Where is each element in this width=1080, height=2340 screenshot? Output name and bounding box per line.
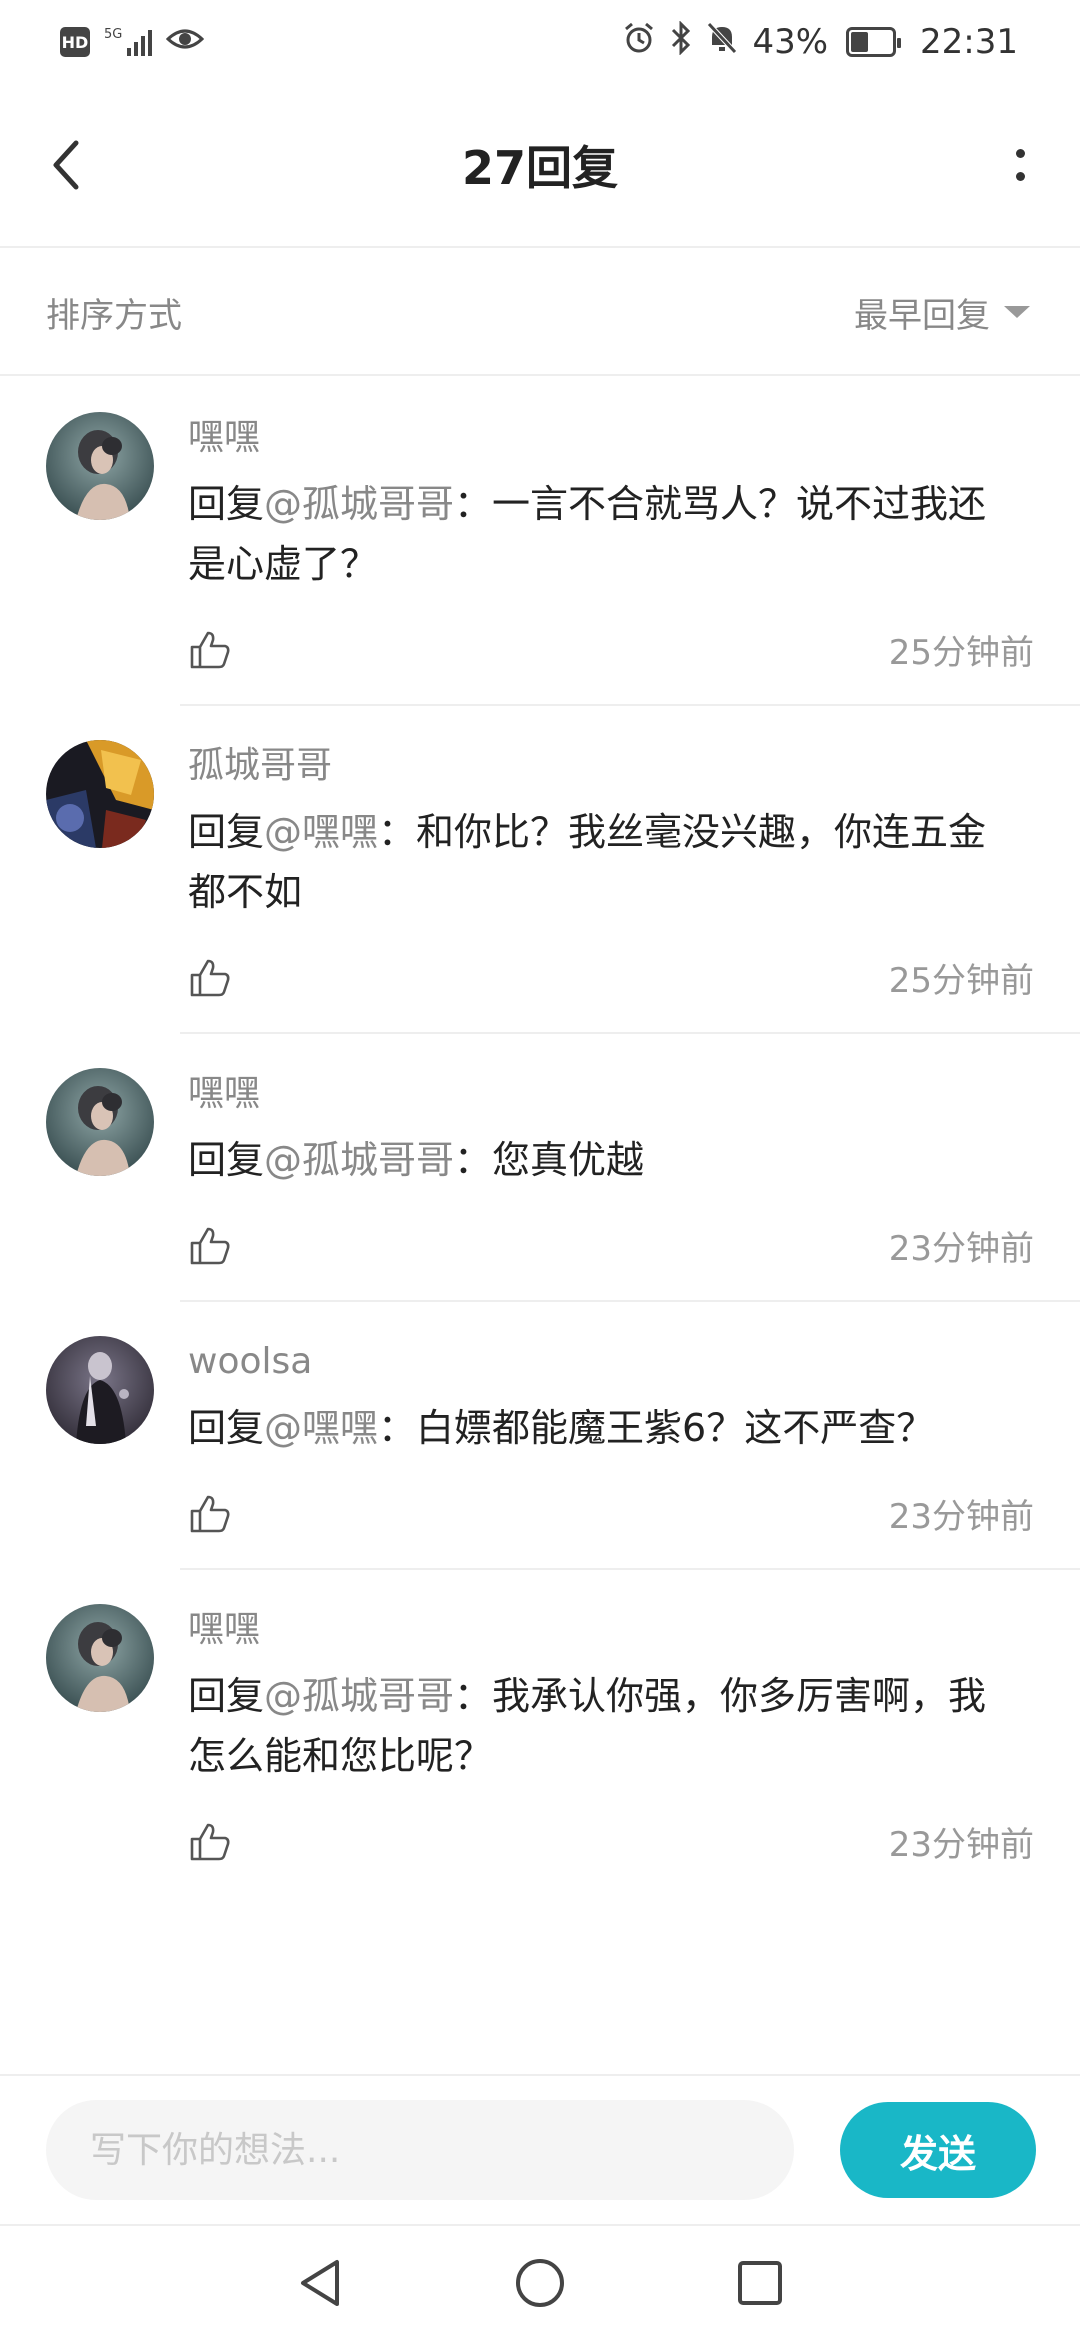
clock: 22:31	[920, 22, 1018, 62]
author-name[interactable]: 嘿嘿	[188, 1604, 1034, 1656]
reply-text: 回复@嘿嘿：白嫖都能魔王紫6？这不严查？	[188, 1398, 1024, 1458]
reply-time: 23分钟前	[888, 1496, 1034, 1537]
avatar[interactable]	[46, 740, 154, 848]
square-recents-icon	[738, 2261, 782, 2305]
sort-label: 排序方式	[46, 295, 182, 336]
game-art-avatar	[46, 740, 154, 848]
thumbs-up-icon[interactable]	[188, 1223, 232, 1267]
reply-meta: 25分钟前	[188, 594, 1034, 704]
reply-text: 回复@孤城哥哥：我承认你强，你多厉害啊，我怎么能和您比呢？	[188, 1666, 1024, 1786]
reply-item: 嘿嘿 回复@孤城哥哥：我承认你强，你多厉害啊，我怎么能和您比呢？ 23分钟前	[0, 1570, 1080, 1896]
reply-meta: 23分钟前	[188, 1786, 1034, 1896]
status-right: 43% 22:31	[622, 19, 1018, 64]
mention[interactable]: @嘿嘿	[264, 1406, 378, 1450]
author-name[interactable]: woolsa	[188, 1336, 1034, 1388]
reply-prefix: 回复	[188, 1138, 265, 1182]
triangle-back-icon	[301, 2260, 339, 2306]
mention[interactable]: @孤城哥哥	[264, 1138, 454, 1182]
reply-time: 25分钟前	[888, 960, 1034, 1001]
nav-home-button[interactable]	[505, 2248, 575, 2318]
mention[interactable]: @嘿嘿	[264, 810, 378, 854]
reply-item: 嘿嘿 回复@孤城哥哥：您真优越 23分钟前	[0, 1034, 1080, 1300]
status-bar: HD 5G 43% 22:31	[0, 0, 1080, 84]
sort-bar: 排序方式 最早回复	[0, 250, 1080, 376]
reply-content: woolsa 回复@嘿嘿：白嫖都能魔王紫6？这不严查？ 23分钟前	[188, 1336, 1034, 1568]
author-name[interactable]: 嘿嘿	[188, 1068, 1034, 1120]
reply-time: 23分钟前	[888, 1824, 1034, 1865]
composer-bar: 发送	[0, 2074, 1080, 2224]
portrait-woman-avatar	[46, 412, 154, 520]
reply-text: 回复@嘿嘿：和你比？我丝毫没兴趣，你连五金都不如	[188, 802, 1024, 922]
reply-content: 孤城哥哥 回复@嘿嘿：和你比？我丝毫没兴趣，你连五金都不如 25分钟前	[188, 740, 1034, 1032]
mention[interactable]: @孤城哥哥	[264, 482, 454, 526]
nav-back-button[interactable]	[285, 2248, 355, 2318]
battery-percent: 43%	[752, 22, 829, 62]
eye-icon	[166, 22, 205, 62]
reply-prefix: 回复	[188, 1406, 265, 1450]
portrait-woman-avatar	[46, 1604, 154, 1712]
author-name[interactable]: 孤城哥哥	[188, 740, 1034, 792]
reply-content: 嘿嘿 回复@孤城哥哥：一言不合就骂人？说不过我还是心虚了？ 25分钟前	[188, 412, 1034, 704]
comment-input[interactable]	[46, 2100, 794, 2200]
author-name[interactable]: 嘿嘿	[188, 412, 1034, 464]
nav-recents-button[interactable]	[725, 2248, 795, 2318]
mute-icon	[706, 21, 738, 64]
chevron-left-icon	[53, 140, 79, 190]
mention[interactable]: @孤城哥哥	[264, 1674, 454, 1718]
page-title: 27回复	[461, 141, 618, 195]
reply-list: 嘿嘿 回复@孤城哥哥：一言不合就骂人？说不过我还是心虚了？ 25分钟前 孤城哥哥…	[0, 378, 1080, 1896]
reply-prefix: 回复	[188, 810, 265, 854]
circle-home-icon	[516, 2259, 564, 2307]
thumbs-up-icon[interactable]	[188, 955, 232, 999]
reply-body: ：白嫖都能魔王紫6？这不严查？	[378, 1406, 935, 1450]
reply-item: woolsa 回复@嘿嘿：白嫖都能魔王紫6？这不严查？ 23分钟前	[0, 1302, 1080, 1568]
thumbs-up-icon[interactable]	[188, 627, 232, 671]
send-button[interactable]: 发送	[840, 2102, 1036, 2198]
reply-content: 嘿嘿 回复@孤城哥哥：您真优越 23分钟前	[188, 1068, 1034, 1300]
system-nav-bar	[0, 2224, 1080, 2340]
back-button[interactable]	[42, 133, 92, 197]
more-dot-icon	[1015, 149, 1025, 158]
alarm-icon	[622, 21, 656, 64]
status-left: HD 5G	[60, 22, 205, 62]
thumbs-up-icon[interactable]	[188, 1819, 232, 1863]
reply-time: 23分钟前	[888, 1228, 1034, 1269]
reply-item: 孤城哥哥 回复@嘿嘿：和你比？我丝毫没兴趣，你连五金都不如 25分钟前	[0, 706, 1080, 1032]
reply-meta: 25分钟前	[188, 922, 1034, 1032]
reply-meta: 23分钟前	[188, 1458, 1034, 1568]
reply-time: 25分钟前	[888, 632, 1034, 673]
reply-meta: 23分钟前	[188, 1190, 1034, 1300]
more-options-button[interactable]	[1000, 133, 1040, 197]
reply-item: 嘿嘿 回复@孤城哥哥：一言不合就骂人？说不过我还是心虚了？ 25分钟前	[0, 378, 1080, 704]
avatar[interactable]	[46, 1068, 154, 1176]
avatar[interactable]	[46, 1604, 154, 1712]
reply-content: 嘿嘿 回复@孤城哥哥：我承认你强，你多厉害啊，我怎么能和您比呢？ 23分钟前	[188, 1604, 1034, 1896]
more-dot-icon	[1015, 172, 1025, 181]
signal-icon: 5G	[104, 27, 153, 56]
title-bar: 27回复	[0, 84, 1080, 248]
avatar[interactable]	[46, 412, 154, 520]
portrait-woman-avatar	[46, 1068, 154, 1176]
dropdown-triangle-icon	[1004, 306, 1030, 318]
battery-icon	[846, 27, 902, 57]
reply-text: 回复@孤城哥哥：您真优越	[188, 1130, 1024, 1190]
network-type: 5G	[104, 27, 123, 42]
bluetooth-icon	[670, 19, 692, 64]
avatar[interactable]	[46, 1336, 154, 1444]
dark-character-avatar	[46, 1336, 154, 1444]
sort-value: 最早回复	[854, 295, 990, 336]
thumbs-up-icon[interactable]	[188, 1491, 232, 1535]
reply-text: 回复@孤城哥哥：一言不合就骂人？说不过我还是心虚了？	[188, 474, 1024, 594]
reply-prefix: 回复	[188, 482, 265, 526]
sort-dropdown[interactable]: 最早回复	[854, 288, 1030, 337]
reply-prefix: 回复	[188, 1674, 265, 1718]
reply-body: ：您真优越	[454, 1138, 645, 1182]
hd-icon: HD	[60, 27, 90, 57]
